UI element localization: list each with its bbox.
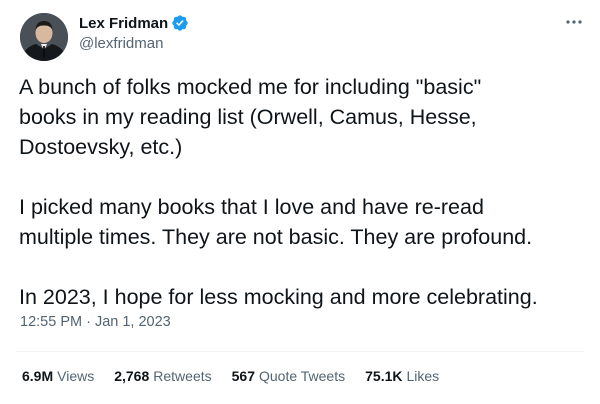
author-handle[interactable]: @lexfridman [79, 35, 163, 52]
retweets-label: Retweets [153, 368, 212, 384]
tweet-line: books in my reading list (Orwell, Camus,… [19, 105, 477, 129]
tweet-line: Dostoevsky, etc.) [19, 135, 183, 159]
quote-tweets-count: 567 [231, 368, 255, 384]
views-label: Views [57, 368, 95, 384]
tweet-line: A bunch of folks mocked me for including… [19, 75, 482, 99]
views-count: 6.9M [22, 368, 54, 384]
retweets-count: 2,768 [114, 368, 150, 384]
retweets-stat[interactable]: 2,768 Retweets [114, 368, 211, 384]
more-options-button[interactable] [560, 12, 588, 32]
likes-count: 75.1K [365, 368, 403, 384]
avatar[interactable] [20, 13, 68, 61]
quote-tweets-label: Quote Tweets [258, 368, 346, 384]
tweet-line: In 2023, I hope for less mocking and mor… [19, 285, 538, 309]
author-name-row: Lex Fridman [79, 13, 189, 33]
views-stat[interactable]: 6.9M Views [22, 368, 94, 384]
more-options-icon [566, 20, 582, 24]
verified-badge-icon [171, 14, 189, 32]
tweet-line: I picked many books that I love and have… [19, 195, 484, 219]
author-display-name[interactable]: Lex Fridman [79, 15, 168, 32]
tweet-timestamp[interactable]: 12:55 PM · Jan 1, 2023 [20, 314, 171, 330]
quote-tweets-stat[interactable]: 567 Quote Tweets [232, 368, 346, 384]
likes-label: Likes [406, 368, 440, 384]
profile-photo [20, 13, 68, 61]
tweet-text: A bunch of folks mocked me for including… [19, 72, 585, 312]
divider [16, 351, 584, 352]
likes-stat[interactable]: 75.1K Likes [365, 368, 439, 384]
tweet-line: multiple times. They are not basic. They… [19, 225, 533, 249]
engagement-stats: 6.9M Views 2,768 Retweets 567 Quote Tweets … [22, 368, 459, 384]
